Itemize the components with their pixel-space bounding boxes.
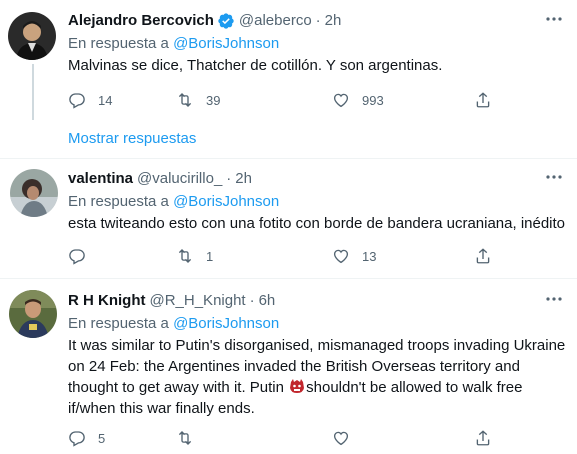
reply-prefix: En respuesta a [68,35,169,52]
share-button[interactable] [474,428,492,448]
reply-button[interactable]: 14 [68,90,112,110]
reply-context: En respuesta a @BorisJohnson [68,34,569,54]
avatar[interactable] [8,12,56,60]
like-count: 993 [362,92,384,108]
retweet-button[interactable]: 1 [176,246,213,266]
share-icon [476,248,490,264]
timestamp[interactable]: 2h [325,11,342,31]
retweet-count: 39 [206,92,221,108]
reply-mention-link[interactable]: @BorisJohnson [173,315,279,332]
author-name[interactable]: valentina [68,169,133,189]
reply-count: 14 [98,92,113,108]
reply-icon [69,249,85,265]
more-options-icon[interactable] [541,289,567,309]
like-button[interactable]: 13 [332,246,376,266]
reply-icon [69,431,85,447]
ogre-emoji-icon [288,378,306,394]
timestamp[interactable]: 2h [235,169,252,189]
retweet-button[interactable] [176,428,206,448]
author-handle[interactable]: @valucirillo_ [137,169,222,189]
reply-icon [69,93,85,109]
heart-icon [333,249,349,264]
author-name[interactable]: Alejandro Bercovich [68,11,214,31]
thread-line [32,64,34,120]
retweet-icon [178,249,192,263]
tweet-valentina[interactable]: valentina @valucirillo_ · 2h En respuest… [0,158,577,278]
avatar[interactable] [9,290,57,338]
reply-count: 5 [98,430,106,446]
tweet-text: It was similar to Putin's disorganised, … [68,335,569,419]
reply-context: En respuesta a @BorisJohnson [68,192,569,212]
retweet-count: 1 [206,248,214,264]
share-icon [476,92,490,108]
retweet-icon [178,431,192,445]
tweet-rh-knight[interactable]: R H Knight @R_H_Knight · 6h En respuesta… [0,278,577,454]
reply-prefix: En respuesta a [68,193,169,210]
tweet-text: esta twiteando esto con una fotito con b… [68,215,566,232]
like-button[interactable] [332,428,362,448]
heart-icon [333,93,349,108]
tweet-actions: 14 39 993 [68,89,498,111]
more-options-icon[interactable] [541,9,567,29]
separator-dot: · [249,292,255,309]
reply-prefix: En respuesta a [68,315,169,332]
share-button[interactable] [474,90,492,110]
verified-badge-icon [217,12,235,30]
author-handle[interactable]: @aleberco [239,11,312,31]
retweet-button[interactable]: 39 [176,90,220,110]
more-options-icon[interactable] [541,167,567,187]
author-handle[interactable]: @R_H_Knight [149,291,245,311]
reply-mention-link[interactable]: @BorisJohnson [173,193,279,210]
reply-mention-link[interactable]: @BorisJohnson [173,35,279,52]
tweet-actions: 5 [68,427,498,449]
heart-icon [333,431,349,446]
show-replies-link[interactable]: Mostrar respuestas [68,129,196,149]
tweet-text: Malvinas se dice, Thatcher de cotillón. … [68,57,443,74]
separator-dot: · [226,170,232,187]
timestamp[interactable]: 6h [259,291,276,311]
reply-button[interactable]: 5 [68,428,105,448]
tweet-actions: 1 13 [68,245,498,267]
avatar[interactable] [10,169,58,217]
like-button[interactable]: 993 [332,90,384,110]
share-icon [476,430,490,446]
like-count: 13 [362,248,377,264]
tweet-alejandro[interactable]: Alejandro Bercovich @aleberco · 2h En re… [0,0,577,158]
separator-dot: · [315,12,321,29]
reply-context: En respuesta a @BorisJohnson [68,314,569,334]
retweet-icon [178,93,192,107]
author-name[interactable]: R H Knight [68,291,145,311]
reply-button[interactable] [68,246,98,266]
share-button[interactable] [474,246,492,266]
